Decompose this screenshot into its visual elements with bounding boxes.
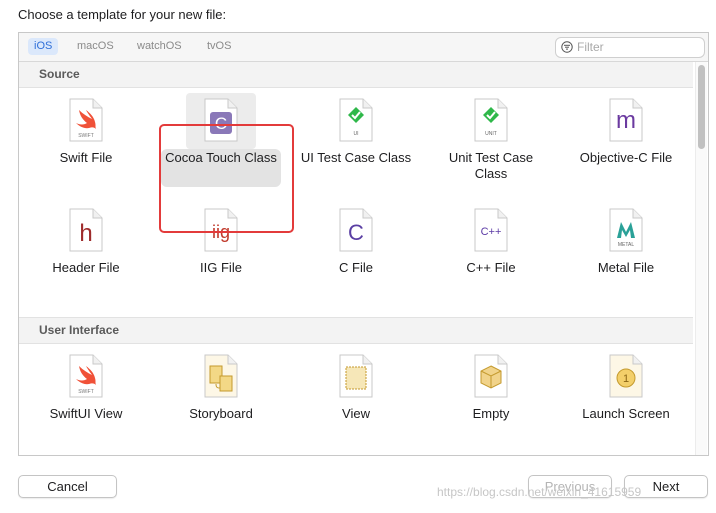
svg-text:m: m bbox=[616, 107, 636, 134]
svg-text:SWIFT: SWIFT bbox=[78, 389, 94, 395]
tab-macos[interactable]: macOS bbox=[71, 38, 120, 55]
template-c-file[interactable]: C C File bbox=[291, 198, 421, 308]
template-label: C++ File bbox=[466, 260, 516, 275]
template-label: SwiftUI View bbox=[49, 406, 123, 421]
template-objective-c-file[interactable]: m Objective-C File bbox=[561, 88, 691, 198]
template-label: UI Test Case Class bbox=[300, 150, 412, 165]
template-label: Cocoa Touch Class bbox=[165, 150, 277, 165]
dialog-title: Choose a template for your new file: bbox=[18, 7, 227, 22]
vertical-scrollbar[interactable] bbox=[695, 62, 707, 455]
template-view[interactable]: View bbox=[291, 344, 421, 454]
filter-input[interactable] bbox=[577, 39, 699, 54]
svg-text:C: C bbox=[348, 220, 364, 245]
tab-tvos[interactable]: tvOS bbox=[201, 38, 237, 55]
svg-text:METAL: METAL bbox=[618, 242, 635, 248]
section-header-source: Source bbox=[19, 62, 693, 88]
svg-text:C++: C++ bbox=[481, 226, 502, 238]
template-cpp-file[interactable]: C++ C++ File bbox=[426, 198, 556, 308]
unit-test-case-icon: UNIT bbox=[474, 98, 508, 142]
storyboard-icon bbox=[204, 354, 238, 398]
template-swift-file[interactable]: SWIFT Swift File bbox=[21, 88, 151, 198]
filter-field[interactable] bbox=[555, 37, 705, 58]
metal-file-icon: METAL bbox=[609, 208, 643, 252]
template-label: View bbox=[342, 406, 370, 421]
svg-text:SWIFT: SWIFT bbox=[78, 133, 94, 139]
template-unit-test-case-class[interactable]: UNIT Unit Test Case Class bbox=[426, 88, 556, 198]
template-chooser-panel: iOS macOS watchOS tvOS Source SWIFT Swif… bbox=[18, 32, 709, 456]
cocoa-touch-class-icon: C bbox=[204, 98, 238, 142]
template-storyboard[interactable]: Storyboard bbox=[156, 344, 286, 454]
template-label: Swift File bbox=[59, 150, 113, 165]
launch-screen-icon: 1 bbox=[609, 354, 643, 398]
template-label: Header File bbox=[52, 260, 120, 275]
platform-toolbar: iOS macOS watchOS tvOS bbox=[19, 33, 708, 62]
template-label: Launch Screen bbox=[582, 406, 670, 421]
empty-icon bbox=[474, 354, 508, 398]
template-label: C File bbox=[339, 260, 373, 275]
template-header-file[interactable]: h Header File bbox=[21, 198, 151, 308]
template-ui-test-case-class[interactable]: UI UI Test Case Class bbox=[291, 88, 421, 198]
watermark-text: https://blog.csdn.net/weixin_41615959 bbox=[437, 485, 642, 499]
template-label: Metal File bbox=[597, 260, 655, 275]
template-label: Unit Test Case Class bbox=[448, 150, 534, 181]
template-list[interactable]: Source SWIFT Swift File C Cocoa Touch Cl… bbox=[19, 62, 708, 455]
template-iig-file[interactable]: iig IIG File bbox=[156, 198, 286, 308]
svg-text:UNIT: UNIT bbox=[485, 131, 497, 137]
swiftui-view-icon: SWIFT bbox=[69, 354, 103, 398]
swift-file-icon: SWIFT bbox=[69, 98, 103, 142]
template-empty[interactable]: Empty bbox=[426, 344, 556, 454]
template-label: Empty bbox=[472, 406, 510, 421]
objective-c-file-icon: m bbox=[609, 98, 643, 142]
svg-text:UI: UI bbox=[354, 131, 359, 137]
tab-watchos[interactable]: watchOS bbox=[131, 38, 188, 55]
tab-ios[interactable]: iOS bbox=[28, 38, 59, 55]
template-launch-screen[interactable]: 1 Launch Screen bbox=[561, 344, 691, 454]
header-file-icon: h bbox=[69, 208, 103, 252]
section-header-user-interface: User Interface bbox=[19, 318, 693, 344]
svg-text:iig: iig bbox=[212, 222, 230, 242]
svg-text:h: h bbox=[79, 220, 92, 247]
scrollbar-thumb[interactable] bbox=[698, 65, 705, 149]
filter-icon bbox=[561, 41, 573, 53]
template-label: Objective-C File bbox=[579, 150, 673, 165]
view-icon bbox=[339, 354, 373, 398]
template-metal-file[interactable]: METAL Metal File bbox=[561, 198, 691, 308]
ui-test-case-icon: UI bbox=[339, 98, 373, 142]
template-cocoa-touch-class[interactable]: C Cocoa Touch Class bbox=[156, 88, 286, 198]
iig-file-icon: iig bbox=[204, 208, 238, 252]
template-swiftui-view[interactable]: SWIFT SwiftUI View bbox=[21, 344, 151, 454]
template-label: Storyboard bbox=[189, 406, 253, 421]
c-file-icon: C bbox=[339, 208, 373, 252]
template-label: IIG File bbox=[200, 260, 242, 275]
cpp-file-icon: C++ bbox=[474, 208, 508, 252]
svg-text:C: C bbox=[215, 114, 227, 133]
cancel-button[interactable]: Cancel bbox=[18, 475, 117, 498]
svg-text:1: 1 bbox=[623, 373, 629, 385]
